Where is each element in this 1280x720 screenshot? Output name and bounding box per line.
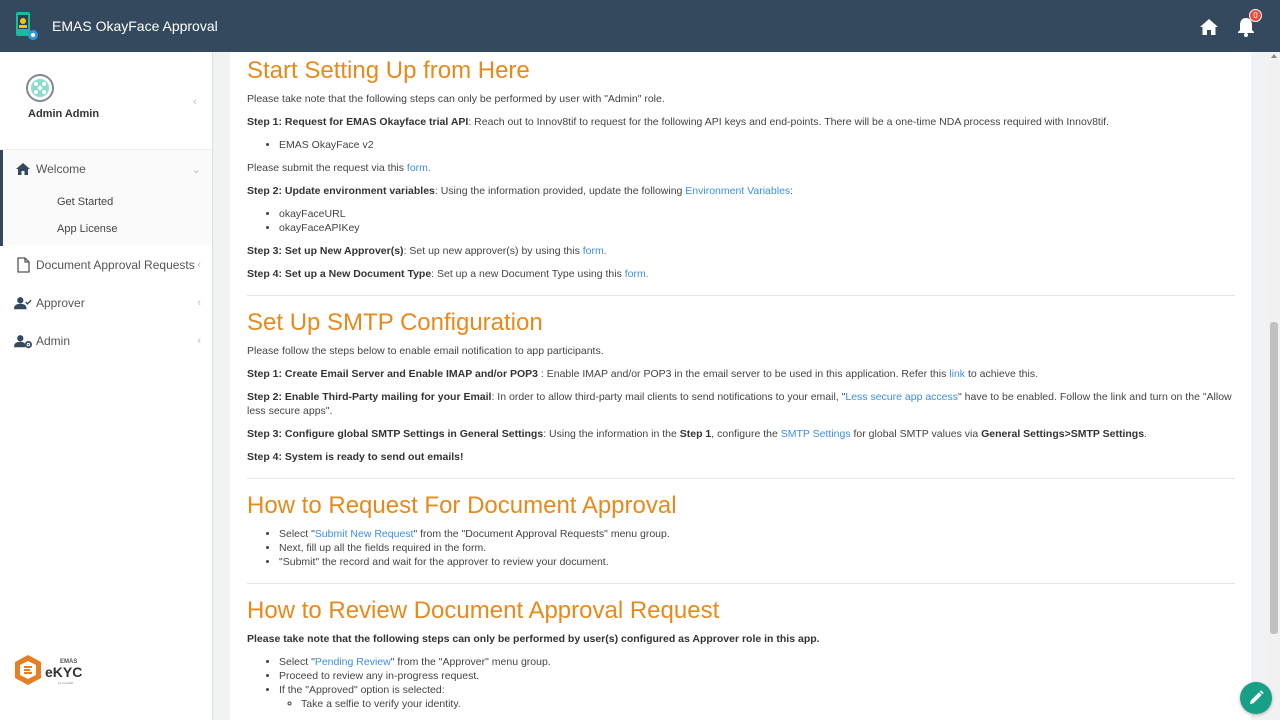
request-steps-list: Select "Submit New Request" from the "Do… (279, 527, 1235, 569)
user-name: Admin Admin (28, 108, 100, 120)
sidebar-item-label: Document Approval Requests (36, 258, 195, 272)
divider (247, 583, 1235, 584)
section-title-smtp: Set Up SMTP Configuration (247, 309, 543, 336)
document-icon (14, 257, 32, 273)
home-icon (14, 161, 32, 177)
list-item: "Submit" the record and wait for the app… (279, 555, 1235, 569)
sidebar-item-label: Welcome (36, 162, 86, 176)
approved-sub-list: Take a selfie to verify your identity. (301, 697, 1235, 711)
smtp-step-3: Step 3: Configure global SMTP Settings i… (247, 428, 1147, 440)
list-item: If the "Approved" option is selected: Ta… (279, 683, 1235, 711)
section-title-setup: Start Setting Up from Here (247, 57, 530, 84)
chevron-left-icon: ‹ (197, 297, 201, 309)
edit-fab-button[interactable] (1240, 682, 1272, 714)
setup-step-3: Step 3: Set up New Approver(s): Set up n… (247, 245, 607, 257)
notification-count-badge: 0 (1249, 9, 1262, 22)
environment-variables-link[interactable]: Environment Variables (685, 185, 790, 197)
list-item: okayFaceURL (279, 207, 1235, 221)
chevron-left-icon: ‹ (193, 96, 197, 108)
list-item: okayFaceAPIKey (279, 221, 1235, 235)
section-title-request: How to Request For Document Approval (247, 492, 677, 519)
imap-guide-link[interactable]: link (949, 368, 965, 380)
sidebar-item-label: Approver (36, 296, 85, 310)
sidebar-item-welcome[interactable]: Welcome ⌄ (3, 150, 212, 188)
smtp-step-4: Step 4: System is ready to send out emai… (247, 451, 464, 463)
api-list: EMAS OkayFace v2 (279, 138, 1235, 152)
sidebar-item-document-approval-requests[interactable]: Document Approval Requests ‹ (0, 246, 212, 284)
env-var-list: okayFaceURL okayFaceAPIKey (279, 207, 1235, 235)
list-item: Select "Pending Review" from the "Approv… (279, 655, 1235, 669)
emas-ekyc-logo: EMAS eKYC by innov8tif (14, 654, 94, 688)
divider (247, 295, 1235, 296)
sidebar-nav: Welcome ⌄ Get Started App License Docume… (0, 150, 212, 360)
app-logo-icon (12, 11, 40, 41)
scroll-up-arrow-icon[interactable] (1271, 54, 1277, 58)
main-content: Start Setting Up from Here Please take n… (230, 52, 1251, 720)
smtp-intro: Please follow the steps below to enable … (247, 345, 604, 357)
sidebar-item-get-started[interactable]: Get Started (3, 188, 212, 215)
smtp-settings-link[interactable]: SMTP Settings (781, 428, 851, 440)
less-secure-app-link[interactable]: Less secure app access (845, 391, 958, 403)
user-profile[interactable]: Admin Admin ‹ (0, 52, 212, 150)
section-title-review: How to Review Document Approval Request (247, 597, 720, 624)
sidebar-item-label: Admin (36, 334, 71, 348)
submit-request-text: Please submit the request via this form. (247, 162, 431, 174)
setup-note: Please take note that the following step… (247, 93, 665, 105)
sidebar-item-admin[interactable]: Admin ‹ (0, 322, 212, 360)
chevron-left-icon: ‹ (197, 335, 201, 347)
chevron-left-icon: ‹ (197, 259, 201, 271)
list-item: Next, fill up all the fields required in… (279, 541, 1235, 555)
smtp-step-1: Step 1: Create Email Server and Enable I… (247, 368, 1039, 380)
user-check-icon (14, 295, 32, 311)
scrollbar[interactable] (1268, 52, 1280, 720)
chevron-down-icon: ⌄ (191, 163, 201, 176)
svg-text:by innov8tif: by innov8tif (58, 681, 73, 685)
top-bar: EMAS OkayFace Approval 0 (0, 0, 1280, 52)
scrollbar-thumb[interactable] (1270, 322, 1278, 634)
sidebar-item-approver[interactable]: Approver ‹ (0, 284, 212, 322)
request-form-link[interactable]: form. (407, 162, 431, 174)
home-icon[interactable] (1198, 12, 1222, 38)
avatar (26, 74, 54, 102)
submit-new-request-link[interactable]: Submit New Request (315, 528, 414, 540)
list-item: Select "Submit New Request" from the "Do… (279, 527, 1235, 541)
pending-review-link[interactable]: Pending Review (315, 656, 391, 668)
svg-text:eKYC: eKYC (45, 664, 82, 680)
pencil-icon (1250, 690, 1264, 704)
notification-bell-icon[interactable]: 0 (1236, 9, 1262, 38)
setup-step-4: Step 4: Set up a New Document Type: Set … (247, 268, 649, 280)
sidebar-item-app-license[interactable]: App License (3, 215, 212, 242)
app-title: EMAS OkayFace Approval (52, 18, 218, 34)
setup-step-1: Step 1: Request for EMAS Okayface trial … (247, 116, 1109, 128)
user-gear-icon (14, 333, 32, 349)
approver-form-link[interactable]: form. (583, 245, 607, 257)
review-steps-list: Select "Pending Review" from the "Approv… (279, 655, 1235, 711)
sidebar: Admin Admin ‹ Welcome ⌄ Get Started App … (0, 52, 213, 720)
setup-step-2: Step 2: Update environment variables: Us… (247, 185, 794, 197)
list-item: Take a selfie to verify your identity. (301, 697, 1235, 711)
review-note: Please take note that the following step… (247, 633, 820, 645)
welcome-group: Welcome ⌄ Get Started App License (0, 150, 212, 246)
list-item: Proceed to review any in-progress reques… (279, 669, 1235, 683)
list-item: EMAS OkayFace v2 (279, 138, 1235, 152)
document-type-form-link[interactable]: form. (625, 268, 649, 280)
divider (247, 478, 1235, 479)
smtp-step-2: Step 2: Enable Third-Party mailing for y… (247, 391, 1232, 417)
